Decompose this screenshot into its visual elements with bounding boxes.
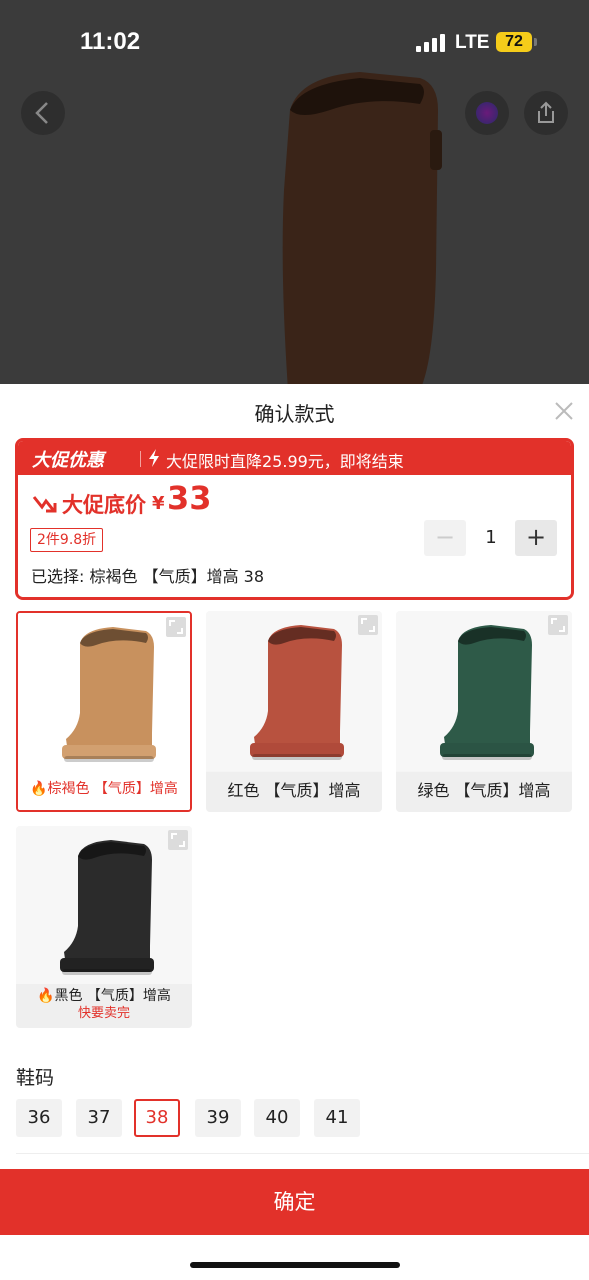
close-icon[interactable] (553, 400, 575, 422)
variant-card[interactable]: 绿色 【气质】增高 (396, 611, 572, 812)
promo-card: 大促优惠 大促限时直降25.99元，即将结束 大促底价 ¥ 33 2件9.8折 … (15, 438, 574, 600)
selected-summary: 已选择: 棕褐色 【气质】增高 38 (31, 567, 265, 586)
lightning-icon (149, 449, 159, 467)
size-option[interactable]: 41 (314, 1099, 360, 1137)
variant-name: 黑色 【气质】增高 (54, 988, 171, 1004)
status-time: 11:02 (80, 28, 141, 55)
flame-icon: 🔥 (30, 781, 48, 797)
stock-warning: 快要卖完 (77, 1006, 130, 1021)
expand-icon[interactable] (168, 830, 188, 850)
flame-icon: 🔥 (37, 988, 55, 1004)
expand-icon[interactable] (166, 617, 186, 637)
favorite-button[interactable] (465, 91, 509, 135)
product-image-area: 11:02 LTE 72 (0, 0, 589, 384)
variant-name: 棕褐色 【气质】增高 (47, 781, 178, 797)
price-label: 大促底价 (62, 493, 146, 517)
size-option[interactable]: 39 (195, 1099, 241, 1137)
size-option[interactable]: 37 (76, 1099, 122, 1137)
variant-image (206, 611, 382, 771)
status-bar: 11:02 LTE 72 (0, 0, 589, 88)
size-section-title: 鞋码 (16, 1067, 55, 1089)
promo-banner: 大促优惠 大促限时直降25.99元，即将结束 (18, 441, 571, 475)
expand-icon[interactable] (358, 615, 378, 635)
favorite-icon (476, 102, 498, 124)
product-hero-image (282, 72, 442, 384)
share-icon (538, 101, 554, 123)
variant-image (16, 826, 192, 986)
expand-icon[interactable] (548, 615, 568, 635)
chevron-left-icon (35, 102, 48, 124)
variant-label: 红色 【气质】增高 (206, 772, 382, 812)
promo-banner-text: 大促限时直降25.99元，即将结束 (166, 452, 404, 471)
price-drop-icon (32, 496, 57, 513)
variant-label: 绿色 【气质】增高 (396, 772, 572, 812)
sheet-title: 确认款式 (254, 402, 335, 426)
variant-card[interactable]: 红色 【气质】增高 (206, 611, 382, 812)
size-option[interactable]: 38 (134, 1099, 180, 1137)
style-selection-sheet: 确认款式 大促优惠 大促限时直降25.99元，即将结束 大促底价 ¥ 33 2件… (0, 384, 589, 1280)
size-option[interactable]: 40 (254, 1099, 300, 1137)
quantity-increase-button[interactable]: + (515, 520, 557, 556)
quantity-value: 1 (485, 527, 497, 548)
signal-icon (416, 34, 446, 52)
share-button[interactable] (524, 91, 568, 135)
price-panel: 大促底价 ¥ 33 2件9.8折 已选择: 棕褐色 【气质】增高 38 − 1 … (18, 475, 571, 597)
currency-symbol: ¥ (152, 493, 165, 514)
variant-image (18, 613, 190, 773)
battery-icon: 72 (496, 32, 537, 52)
quantity-decrease-button[interactable]: − (424, 520, 466, 556)
network-label: LTE (455, 32, 490, 53)
variant-name: 绿色 【气质】增高 (417, 781, 551, 800)
size-option[interactable]: 36 (16, 1099, 62, 1137)
confirm-button[interactable]: 确定 (0, 1169, 589, 1235)
variant-card[interactable]: 🔥棕褐色 【气质】增高 (16, 611, 192, 812)
variant-card[interactable]: 🔥黑色 【气质】增高快要卖完 (16, 826, 192, 1028)
home-indicator (190, 1262, 400, 1268)
discount-badge: 2件9.8折 (30, 528, 104, 552)
price-value: 33 (167, 479, 212, 517)
variant-label: 🔥棕褐色 【气质】增高 (18, 770, 190, 810)
variant-image (396, 611, 572, 771)
variant-name: 红色 【气质】增高 (227, 781, 361, 800)
promo-brand: 大促优惠 (32, 450, 104, 471)
divider (16, 1153, 589, 1154)
divider (140, 451, 141, 467)
variant-label: 🔥黑色 【气质】增高快要卖完 (16, 984, 192, 1028)
back-button[interactable] (21, 91, 65, 135)
